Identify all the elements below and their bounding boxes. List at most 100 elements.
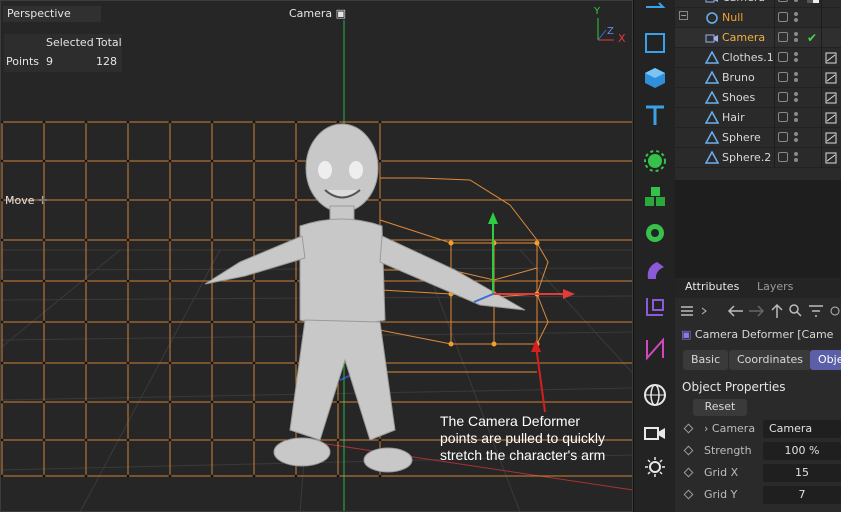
selected-point[interactable] xyxy=(534,240,540,246)
material-tag-icon[interactable] xyxy=(825,132,837,144)
render-dots-icon[interactable] xyxy=(794,110,799,126)
selected-point[interactable] xyxy=(448,240,454,246)
object-row[interactable]: Sphere xyxy=(675,128,841,148)
subtab-object[interactable]: Obje xyxy=(810,350,841,370)
bend-icon[interactable] xyxy=(640,334,670,364)
settings-icon[interactable] xyxy=(830,306,840,316)
cloner-icon[interactable] xyxy=(640,182,670,212)
material-tag-icon[interactable] xyxy=(825,112,837,124)
reset-button[interactable]: Reset xyxy=(693,399,747,416)
tab-layers[interactable]: Layers xyxy=(757,280,793,293)
back-arrow-icon[interactable] xyxy=(727,305,743,317)
grid-point xyxy=(294,159,298,163)
object-name[interactable]: Hair xyxy=(722,111,745,124)
camera-icon[interactable] xyxy=(640,418,670,448)
visibility-toggle-icon[interactable] xyxy=(778,0,788,2)
strength-field[interactable]: 100 % xyxy=(763,442,841,460)
section-title: Object Properties xyxy=(682,380,786,394)
object-row[interactable]: Camera ✔ xyxy=(675,28,841,48)
grid-y-field[interactable]: 7 xyxy=(763,486,841,504)
menu-icon[interactable] xyxy=(681,306,693,316)
globe-icon[interactable] xyxy=(640,380,670,410)
object-name[interactable]: Sphere.2 xyxy=(722,151,771,164)
visibility-toggle-icon[interactable] xyxy=(778,92,788,102)
keyframe-diamond-icon[interactable] xyxy=(683,423,694,434)
camera-label[interactable]: Camera ▣ xyxy=(289,7,346,20)
column-divider xyxy=(821,48,822,68)
column-divider xyxy=(821,28,822,48)
grid-point xyxy=(252,400,256,404)
object-row[interactable]: Hair xyxy=(675,108,841,128)
checker-tag-icon[interactable] xyxy=(807,0,821,5)
cube-outline-icon[interactable] xyxy=(640,28,670,58)
chevron-right-icon[interactable]: › xyxy=(704,422,708,435)
gear-generator-icon[interactable] xyxy=(640,218,670,248)
grid-point xyxy=(252,238,256,242)
render-dots-icon[interactable] xyxy=(794,30,799,46)
grid-point xyxy=(126,238,130,242)
filter-icon[interactable] xyxy=(809,305,823,317)
object-row[interactable]: Clothes.1 xyxy=(675,48,841,68)
visibility-toggle-icon[interactable] xyxy=(778,72,788,82)
object-name[interactable]: Null xyxy=(722,11,743,24)
chevron-right-icon[interactable] xyxy=(701,307,707,315)
tab-attributes[interactable]: Attributes xyxy=(685,280,739,293)
generator-icon[interactable] xyxy=(640,146,670,176)
subtab-basic[interactable]: Basic xyxy=(683,350,729,370)
object-row[interactable]: Bruno xyxy=(675,68,841,88)
grid-x-field[interactable]: 15 xyxy=(763,464,841,482)
render-dots-icon[interactable] xyxy=(794,90,799,106)
object-name[interactable]: Sphere xyxy=(722,131,761,144)
keyframe-diamond-icon[interactable] xyxy=(683,445,694,456)
cube-icon[interactable] xyxy=(640,63,670,93)
object-name[interactable]: Camera xyxy=(722,0,765,4)
object-row[interactable]: Sphere.2 xyxy=(675,148,841,168)
visibility-toggle-icon[interactable] xyxy=(778,12,788,22)
collapse-icon[interactable]: − xyxy=(679,11,688,20)
mesh-icon xyxy=(704,150,720,165)
material-tag-icon[interactable] xyxy=(825,52,837,64)
material-tag-icon[interactable] xyxy=(825,92,837,104)
view-name[interactable]: Perspective xyxy=(3,6,101,22)
object-name[interactable]: Clothes.1 xyxy=(722,51,774,64)
visibility-toggle-icon[interactable] xyxy=(778,32,788,42)
text-icon[interactable] xyxy=(640,100,670,130)
object-name[interactable]: Bruno xyxy=(722,71,755,84)
material-tag-icon[interactable] xyxy=(825,72,837,84)
selected-point[interactable] xyxy=(491,341,497,347)
keyframe-diamond-icon[interactable] xyxy=(683,467,694,478)
render-dots-icon[interactable] xyxy=(794,130,799,146)
checkmark-icon[interactable]: ✔ xyxy=(807,31,821,45)
viewport[interactable]: Perspective Camera ▣ Selected Total Poin… xyxy=(0,0,633,512)
keyframe-diamond-icon[interactable] xyxy=(683,489,694,500)
hierarchy-icon[interactable] xyxy=(640,292,670,322)
subtab-coordinates[interactable]: Coordinates xyxy=(729,350,812,370)
object-name[interactable]: Shoes xyxy=(722,91,755,104)
object-row[interactable]: − Null xyxy=(675,8,841,28)
visibility-toggle-icon[interactable] xyxy=(778,52,788,62)
material-tag-icon[interactable] xyxy=(825,152,837,164)
camera-link-field[interactable]: Camera xyxy=(763,420,841,438)
visibility-toggle-icon[interactable] xyxy=(778,112,788,122)
light-icon[interactable] xyxy=(640,452,670,482)
selected-point[interactable] xyxy=(448,341,454,347)
search-icon[interactable] xyxy=(789,304,802,317)
visibility-toggle-icon[interactable] xyxy=(778,152,788,162)
render-dots-icon[interactable] xyxy=(794,0,799,6)
object-row[interactable]: Shoes xyxy=(675,88,841,108)
column-divider xyxy=(821,148,822,168)
render-dots-icon[interactable] xyxy=(794,70,799,86)
render-dots-icon[interactable] xyxy=(794,150,799,166)
render-dots-icon[interactable] xyxy=(794,50,799,66)
object-row[interactable]: Camera xyxy=(675,0,841,8)
deformer-icon[interactable] xyxy=(640,256,670,286)
visibility-toggle-icon[interactable] xyxy=(778,132,788,142)
object-toolbar xyxy=(633,0,675,512)
render-dots-icon[interactable] xyxy=(794,10,799,26)
up-arrow-icon[interactable] xyxy=(771,303,783,318)
object-name[interactable]: Camera xyxy=(722,31,765,44)
mesh-icon xyxy=(704,50,720,65)
prop-grid-y-label: Grid Y xyxy=(704,488,738,501)
spline-icon[interactable] xyxy=(640,0,670,16)
forward-arrow-icon[interactable] xyxy=(749,305,765,317)
